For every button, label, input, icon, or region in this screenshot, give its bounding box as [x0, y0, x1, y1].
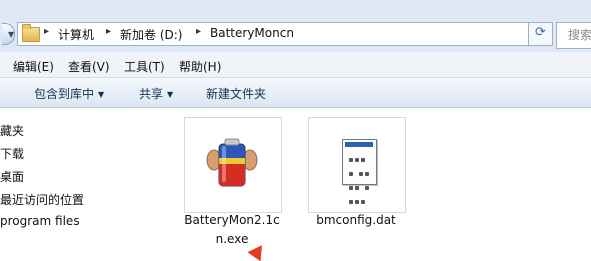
chevron-down-icon[interactable]: ▼: [8, 30, 14, 39]
refresh-icon: ⟳: [535, 25, 546, 40]
menu-tools[interactable]: 工具(T): [124, 58, 165, 75]
breadcrumb-separator-icon[interactable]: ▸: [106, 26, 111, 37]
nav-item-recent-places[interactable]: 最近访问的位置: [0, 191, 84, 208]
document-icon: [342, 139, 377, 204]
nav-item-program-files[interactable]: program files: [0, 214, 80, 228]
new-folder-label: 新建文件夹: [206, 87, 267, 101]
navigation-pane: 藏夹 下载 桌面 最近访问的位置 program files: [0, 109, 155, 256]
share-label: 共享: [139, 87, 164, 101]
new-folder-button[interactable]: 新建文件夹: [206, 85, 266, 102]
search-input[interactable]: 搜索: [556, 22, 591, 49]
include-in-library-button[interactable]: 包含到库中 ▼: [34, 85, 104, 102]
file-name-line1: BatteryMon2.1c: [184, 213, 280, 227]
share-button[interactable]: 共享 ▼: [139, 85, 173, 102]
battery-app-icon: [206, 138, 258, 187]
command-bar: 包含到库中 ▼ 共享 ▼ 新建文件夹: [0, 78, 591, 108]
address-bar-row: ▼ ▸ 计算机 ▸ 新加卷 (D:) ▸ BatteryMoncn ▼ ⟳ 搜索: [0, 0, 591, 52]
address-bar[interactable]: ▸ 计算机 ▸ 新加卷 (D:) ▸ BatteryMoncn ▼: [17, 22, 536, 46]
menu-bar: 编辑(E) 查看(V) 工具(T) 帮助(H): [0, 52, 591, 78]
breadcrumb-computer[interactable]: 计算机: [58, 26, 94, 43]
include-in-library-label: 包含到库中: [34, 87, 95, 101]
breadcrumb-batterymoncn[interactable]: BatteryMoncn: [210, 26, 294, 40]
refresh-button[interactable]: ⟳: [528, 22, 553, 46]
breadcrumb-drive-d[interactable]: 新加卷 (D:): [120, 26, 182, 43]
chevron-down-icon: ▼: [167, 90, 174, 99]
nav-item-downloads[interactable]: 下载: [0, 145, 24, 162]
nav-item-desktop[interactable]: 桌面: [0, 168, 24, 185]
breadcrumb-separator-icon[interactable]: ▸: [44, 26, 49, 37]
chevron-down-icon: ▼: [98, 90, 105, 99]
search-placeholder: 搜索: [568, 28, 591, 42]
breadcrumb-separator-icon[interactable]: ▸: [196, 26, 201, 37]
nav-item-favorites[interactable]: 藏夹: [0, 122, 24, 139]
menu-help[interactable]: 帮助(H): [179, 58, 221, 75]
folder-icon: [22, 24, 40, 42]
file-name-line2: n.exe: [215, 232, 249, 246]
file-name: bmconfig.dat: [316, 213, 396, 227]
menu-view[interactable]: 查看(V): [68, 58, 110, 75]
menu-edit[interactable]: 编辑(E): [13, 58, 54, 75]
